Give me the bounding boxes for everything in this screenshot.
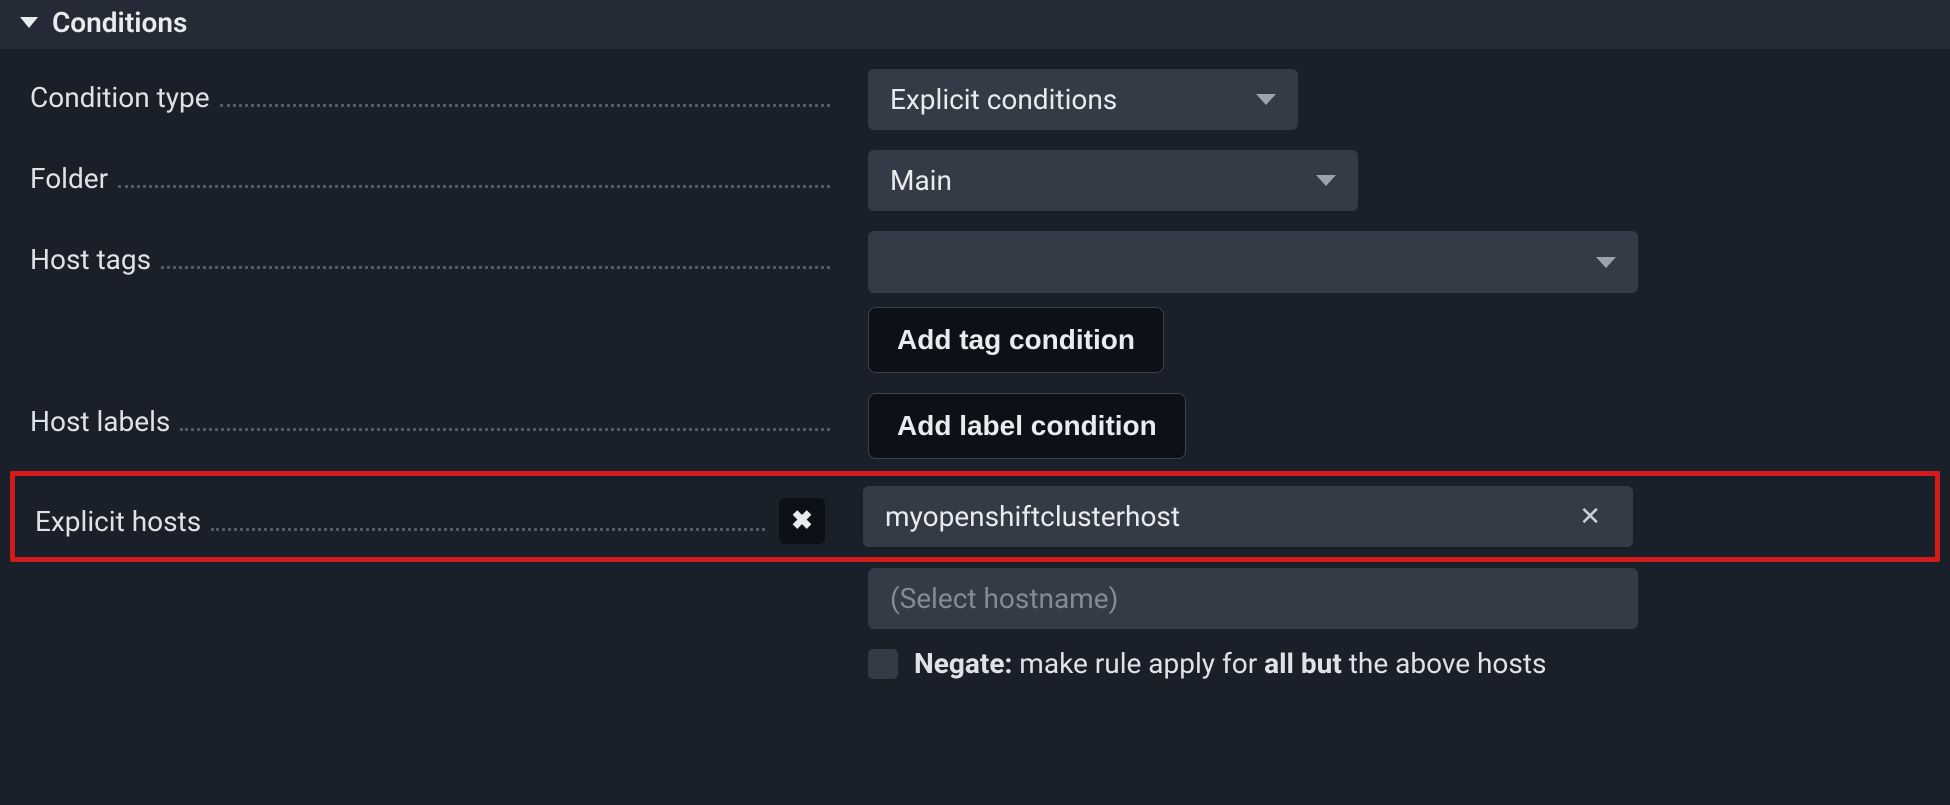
dots-filler <box>161 266 830 269</box>
chevron-down-icon <box>1256 94 1276 105</box>
chevron-down-icon <box>1596 257 1616 268</box>
add-tag-condition-button[interactable]: Add tag condition <box>868 307 1164 373</box>
row-explicit-hosts: Explicit hosts ✖ myopenshiftclusterhost … <box>10 471 1940 562</box>
section-title: Conditions <box>52 6 187 39</box>
label-explicit-hosts: Explicit hosts <box>35 505 201 538</box>
caret-down-icon <box>20 17 38 28</box>
dots-filler <box>180 428 830 431</box>
label-host-tags: Host tags <box>30 243 151 276</box>
negate-line: Negate: make rule apply for all but the … <box>868 647 1546 680</box>
add-label-condition-button[interactable]: Add label condition <box>868 393 1186 459</box>
conditions-header[interactable]: Conditions <box>0 0 1950 59</box>
condition-type-value: Explicit conditions <box>890 83 1117 116</box>
chevron-down-icon <box>1316 175 1336 186</box>
folder-select[interactable]: Main <box>868 150 1358 211</box>
row-host-tags: Host tags Add tag condition <box>0 221 1950 383</box>
row-explicit-hosts-extra: (Select hostname) Negate: make rule appl… <box>0 564 1950 690</box>
row-folder: Folder Main <box>0 140 1950 221</box>
explicit-host-value: myopenshiftclusterhost <box>885 500 1180 533</box>
hostname-select[interactable]: (Select hostname) <box>868 568 1638 629</box>
close-icon: ✖ <box>791 506 813 536</box>
condition-type-select[interactable]: Explicit conditions <box>868 69 1298 130</box>
label-host-labels: Host labels <box>30 405 170 438</box>
dots-filler <box>118 185 830 188</box>
row-condition-type: Condition type Explicit conditions <box>0 59 1950 140</box>
negate-checkbox[interactable] <box>868 649 898 679</box>
folder-value: Main <box>890 164 952 197</box>
host-tags-select[interactable] <box>868 231 1638 293</box>
hostname-placeholder: (Select hostname) <box>890 582 1118 615</box>
dots-filler <box>211 528 765 531</box>
disable-explicit-hosts-button[interactable]: ✖ <box>779 498 825 544</box>
clear-host-icon[interactable]: ✕ <box>1579 502 1601 532</box>
label-condition-type: Condition type <box>30 81 210 114</box>
dots-filler <box>220 104 830 107</box>
negate-text: Negate: make rule apply for all but the … <box>914 647 1546 680</box>
label-folder: Folder <box>30 162 108 195</box>
row-host-labels: Host labels Add label condition <box>0 383 1950 469</box>
explicit-host-chip[interactable]: myopenshiftclusterhost ✕ <box>863 486 1633 547</box>
